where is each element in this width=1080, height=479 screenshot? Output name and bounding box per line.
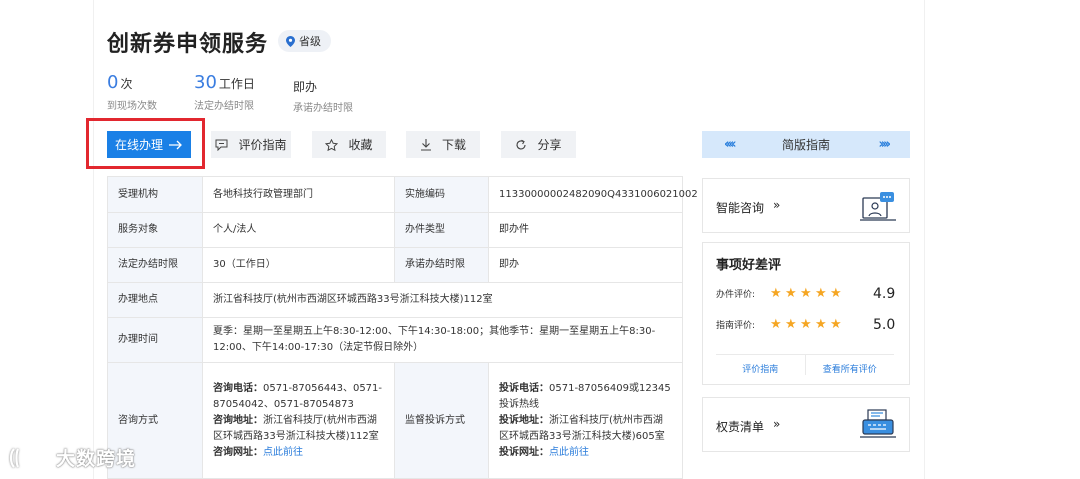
info-key: 监督投诉方式 xyxy=(394,362,489,479)
stat-promised-limit: 即办 承诺办结时限 xyxy=(293,78,353,114)
info-key: 实施编码 xyxy=(394,176,489,213)
info-key: 承诺办结时限 xyxy=(394,247,489,283)
star-icon: ★ xyxy=(830,316,842,332)
star-icon: ★ xyxy=(830,285,842,301)
info-value: 各地科技行政管理部门 xyxy=(202,176,395,213)
star-outline-icon xyxy=(325,138,339,151)
info-value: 夏季：星期一至星期五上午8:30-12:00、下午14:30-18:00；其他季… xyxy=(202,317,683,363)
info-key: 受理机构 xyxy=(107,176,203,213)
rating-guide-link[interactable]: 评价指南 xyxy=(716,355,805,375)
double-arrow-icon: » xyxy=(773,417,781,431)
table-row: 办理时间 夏季：星期一至星期五上午8:30-12:00、下午14:30-18:0… xyxy=(107,317,683,363)
star-icon: ★ xyxy=(770,316,782,332)
stat-visits-label: 到现场次数 xyxy=(107,101,157,112)
download-button[interactable]: 下载 xyxy=(406,131,480,158)
consult-web-link[interactable]: 点此前往 xyxy=(263,447,303,458)
star-icon: ★ xyxy=(800,316,812,332)
consult-phone-label: 咨询电话： xyxy=(213,382,263,394)
all-reviews-link[interactable]: 查看所有评价 xyxy=(806,355,895,375)
download-label: 下载 xyxy=(441,138,466,152)
info-table: 受理机构 各地科技行政管理部门 实施编码 11330000002482090Q4… xyxy=(107,176,698,479)
table-row: 法定办结时限 30（工作日） 承诺办结时限 即办 xyxy=(107,247,683,283)
favorite-label: 收藏 xyxy=(348,138,373,152)
star-icon: ★ xyxy=(770,285,782,301)
complaint-web-label: 投诉网址： xyxy=(499,446,549,458)
share-label: 分享 xyxy=(537,138,562,152)
comment-icon xyxy=(215,139,228,151)
left-arrows-icon: ‹‹‹‹ xyxy=(724,137,737,152)
stat-legal-limit-value: 30 xyxy=(194,72,217,93)
table-row: 咨询方式 咨询电话：0571-87056443、0571-87054042、05… xyxy=(107,362,683,479)
case-rating-label: 办件评价: xyxy=(716,290,756,300)
case-type-link[interactable]: 即办件 xyxy=(488,212,683,248)
online-apply-label: 在线办理 xyxy=(115,138,164,152)
complaint-phone-label: 投诉电话： xyxy=(499,382,549,394)
smart-consult-label: 智能咨询 xyxy=(716,201,765,215)
typewriter-icon xyxy=(860,409,896,438)
level-badge: 省级 xyxy=(278,30,331,52)
stat-visits-unit: 次 xyxy=(120,77,133,91)
info-value: 浙江省科技厅(杭州市西湖区环城西路33号浙江科技大楼)112室 xyxy=(202,282,683,318)
watermark-logo-icon xyxy=(9,447,43,468)
location-pin-icon xyxy=(286,35,295,47)
arrow-right-icon xyxy=(169,140,182,149)
case-rating-score: 4.9 xyxy=(873,285,896,302)
complaint-info: 投诉电话：0571-87056409或12345投诉热线 投诉地址：浙江省科技厅… xyxy=(488,362,683,479)
table-row: 办理地点 浙江省科技厅(杭州市西湖区环城西路33号浙江科技大楼)112室 xyxy=(107,282,683,318)
simple-guide-label: 简版指南 xyxy=(781,138,830,152)
consult-web-label: 咨询网址： xyxy=(213,446,263,458)
review-guide-button[interactable]: 评价指南 xyxy=(211,131,291,158)
case-rating-stars: ★ ★ ★ ★ ★ xyxy=(770,285,842,301)
complaint-web-link[interactable]: 点此前往 xyxy=(549,447,589,458)
info-key: 服务对象 xyxy=(107,212,203,248)
stat-visits: 0次 到现场次数 xyxy=(107,72,157,112)
star-icon: ★ xyxy=(785,285,797,301)
info-key: 办理时间 xyxy=(107,317,203,363)
star-icon: ★ xyxy=(815,285,827,301)
rating-title: 事项好差评 xyxy=(716,258,782,273)
stat-legal-limit: 30 工作日 法定办结时限 xyxy=(194,72,255,112)
rating-links: 评价指南 查看所有评价 xyxy=(716,354,894,375)
consult-chat-icon xyxy=(860,192,896,221)
consult-addr-label: 咨询地址： xyxy=(213,414,263,426)
info-key: 办理地点 xyxy=(107,282,203,318)
watermark-text: 大数跨境 xyxy=(56,448,137,470)
info-value: 11330000002482090Q4331006021002 xyxy=(488,176,698,213)
review-guide-label: 评价指南 xyxy=(238,138,287,152)
stat-promised-limit-label: 承诺办结时限 xyxy=(293,103,353,114)
consult-info: 咨询电话：0571-87056443、0571-87054042、0571-87… xyxy=(202,362,395,479)
double-arrow-icon: » xyxy=(773,198,781,212)
stat-legal-limit-unit: 工作日 xyxy=(218,77,255,91)
stat-promised-limit-value: 即办 xyxy=(293,80,318,94)
right-arrows-icon: ›››› xyxy=(878,137,892,152)
page-title: 创新券申领服务 xyxy=(107,32,269,57)
star-icon: ★ xyxy=(785,316,797,332)
info-value: 30（工作日） xyxy=(202,247,395,283)
download-icon xyxy=(420,138,431,151)
simple-guide-bar[interactable]: ‹‹‹‹ 简版指南 ›››› xyxy=(702,131,910,158)
stat-legal-limit-label: 法定办结时限 xyxy=(194,101,254,112)
star-icon: ★ xyxy=(800,285,812,301)
stat-visits-value: 0 xyxy=(107,72,119,93)
info-key: 办件类型 xyxy=(394,212,489,248)
guide-rating-row: 指南评价: ★ ★ ★ ★ ★ 5.0 xyxy=(716,316,895,333)
level-badge-label: 省级 xyxy=(299,35,321,48)
duty-list-label: 权责清单 xyxy=(716,420,765,434)
info-value: 个人/法人 xyxy=(202,212,395,248)
guide-rating-label: 指南评价: xyxy=(716,321,756,331)
guide-rating-stars: ★ ★ ★ ★ ★ xyxy=(770,316,842,332)
watermark: 大数跨境 xyxy=(8,444,136,471)
info-value: 即办 xyxy=(488,247,683,283)
share-button[interactable]: 分享 xyxy=(501,131,576,158)
share-icon xyxy=(516,139,527,150)
favorite-button[interactable]: 收藏 xyxy=(312,131,386,158)
case-rating-row: 办件评价: ★ ★ ★ ★ ★ 4.9 xyxy=(716,285,895,302)
online-apply-button[interactable]: 在线办理 xyxy=(107,131,191,158)
star-icon: ★ xyxy=(815,316,827,332)
info-key: 法定办结时限 xyxy=(107,247,203,283)
complaint-addr-label: 投诉地址： xyxy=(499,414,549,426)
table-row: 受理机构 各地科技行政管理部门 实施编码 11330000002482090Q4… xyxy=(107,176,698,213)
table-row: 服务对象 个人/法人 办件类型 即办件 xyxy=(107,212,683,248)
guide-rating-score: 5.0 xyxy=(873,316,896,333)
